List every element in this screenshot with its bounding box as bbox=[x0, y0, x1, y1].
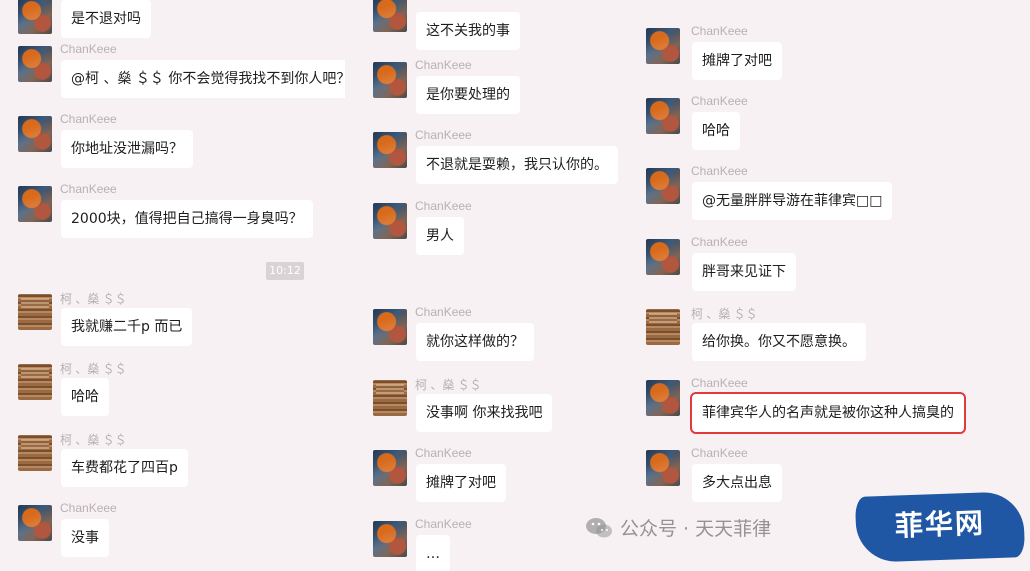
sender-name: ChanKeee bbox=[415, 305, 472, 319]
avatar[interactable] bbox=[373, 203, 407, 239]
message-item: 柯 、燊 ＄＄ 我就赚二千p 而已 bbox=[0, 290, 345, 350]
chat-column-1: 是不退对吗 ChanKeee @柯 、燊 ＄＄ 你不会觉得我找不到你人吧？ Ch… bbox=[0, 0, 345, 571]
message-item: ChanKeee 哈哈 bbox=[628, 94, 1030, 154]
message-bubble[interactable]: 胖哥来见证下 bbox=[692, 253, 796, 291]
avatar[interactable] bbox=[646, 98, 680, 134]
sender-name: 柯 、燊 ＄＄ bbox=[60, 433, 127, 447]
avatar[interactable] bbox=[18, 435, 52, 471]
message-bubble[interactable]: 车费都花了四百p bbox=[61, 449, 188, 487]
message-bubble[interactable]: 是你要处理的 bbox=[416, 76, 520, 114]
message-item: ChanKeee 胖哥来见证下 bbox=[628, 235, 1030, 295]
avatar[interactable] bbox=[646, 168, 680, 204]
message-item: 这不关我的事 bbox=[355, 0, 635, 60]
message-bubble[interactable]: 多大点出息 bbox=[692, 464, 782, 502]
avatar[interactable] bbox=[646, 309, 680, 345]
message-bubble[interactable]: 哈哈 bbox=[61, 378, 109, 416]
site-logo: 菲华网 bbox=[854, 491, 1026, 563]
message-item: ChanKeee 男人 bbox=[355, 199, 635, 259]
message-bubble[interactable]: 2000块，值得把自己搞得一身臭吗？ bbox=[61, 200, 313, 238]
avatar[interactable] bbox=[18, 294, 52, 330]
message-item: ChanKeee 你地址没泄漏吗？ bbox=[0, 112, 345, 172]
message-bubble[interactable]: 没事 bbox=[61, 519, 109, 557]
message-bubble[interactable]: … bbox=[416, 535, 450, 571]
sender-name: ChanKeee bbox=[415, 517, 472, 531]
message-item: ChanKeee 2000块，值得把自己搞得一身臭吗？ bbox=[0, 182, 345, 242]
message-item: ChanKeee 没事 bbox=[0, 501, 345, 561]
message-bubble[interactable]: 是不退对吗 bbox=[61, 0, 151, 38]
message-bubble[interactable]: 这不关我的事 bbox=[416, 12, 520, 50]
avatar[interactable] bbox=[373, 450, 407, 486]
message-item: ChanKeee 就你这样做的？ bbox=[355, 305, 635, 365]
message-item: ChanKeee 摊牌了对吧 bbox=[628, 24, 1030, 84]
message-bubble[interactable]: 不退就是耍赖，我只认你的。 bbox=[416, 146, 618, 184]
avatar[interactable] bbox=[646, 28, 680, 64]
sender-name: 柯 、燊 ＄＄ bbox=[691, 307, 758, 321]
sender-name: ChanKeee bbox=[691, 235, 748, 249]
sender-name: ChanKeee bbox=[415, 128, 472, 142]
avatar[interactable] bbox=[646, 239, 680, 275]
message-bubble[interactable]: 摊牌了对吧 bbox=[692, 42, 782, 80]
avatar[interactable] bbox=[18, 186, 52, 222]
avatar[interactable] bbox=[18, 116, 52, 152]
avatar[interactable] bbox=[18, 0, 52, 34]
sender-name: ChanKeee bbox=[60, 112, 117, 126]
chat-column-3: ChanKeee 摊牌了对吧 ChanKeee 哈哈 ChanKeee @无量胖… bbox=[628, 0, 1030, 571]
sender-name: 柯 、燊 ＄＄ bbox=[60, 362, 127, 376]
message-bubble[interactable]: 给你换。你又不愿意换。 bbox=[692, 323, 866, 361]
sender-name: ChanKeee bbox=[60, 182, 117, 196]
message-item: ChanKeee 摊牌了对吧 bbox=[355, 446, 635, 506]
sender-name: ChanKeee bbox=[415, 58, 472, 72]
message-item: ChanKeee 是你要处理的 bbox=[355, 58, 635, 118]
message-bubble[interactable]: 我就赚二千p 而已 bbox=[61, 308, 193, 346]
sender-name: ChanKeee bbox=[60, 42, 117, 56]
avatar[interactable] bbox=[373, 132, 407, 168]
avatar[interactable] bbox=[18, 505, 52, 541]
sender-name: ChanKeee bbox=[691, 94, 748, 108]
sender-name: ChanKeee bbox=[415, 199, 472, 213]
message-bubble[interactable]: @无量胖胖导游在菲律宾□□ bbox=[692, 182, 893, 220]
sender-name: 柯 、燊 ＄＄ bbox=[415, 378, 482, 392]
watermark-text: 公众号 · 天天菲律 bbox=[620, 518, 772, 540]
highlighted-message-bubble[interactable]: 菲律宾华人的名声就是被你这种人搞臭的 bbox=[690, 392, 966, 434]
timestamp: 10:12 bbox=[266, 262, 304, 280]
message-item: ChanKeee 菲律宾华人的名声就是被你这种人搞臭的 bbox=[628, 376, 1030, 436]
sender-name: ChanKeee bbox=[691, 164, 748, 178]
message-bubble[interactable]: 你地址没泄漏吗？ bbox=[61, 130, 193, 168]
avatar[interactable] bbox=[373, 380, 407, 416]
sender-name: ChanKeee bbox=[691, 376, 748, 390]
avatar[interactable] bbox=[373, 521, 407, 557]
message-item: ChanKeee 不退就是耍赖，我只认你的。 bbox=[355, 128, 635, 188]
avatar[interactable] bbox=[646, 380, 680, 416]
sender-name: ChanKeee bbox=[691, 446, 748, 460]
avatar[interactable] bbox=[373, 62, 407, 98]
avatar[interactable] bbox=[373, 309, 407, 345]
message-bubble[interactable]: 男人 bbox=[416, 217, 464, 255]
message-item: 柯 、燊 ＄＄ 哈哈 bbox=[0, 360, 345, 420]
sender-name: ChanKeee bbox=[691, 24, 748, 38]
message-bubble[interactable]: 没事啊 你来找我吧 bbox=[416, 394, 553, 432]
message-item: 是不退对吗 bbox=[0, 0, 345, 42]
message-bubble[interactable]: 就你这样做的？ bbox=[416, 323, 534, 361]
avatar[interactable] bbox=[373, 0, 407, 32]
sender-name: ChanKeee bbox=[415, 446, 472, 460]
sender-name: 柯 、燊 ＄＄ bbox=[60, 292, 127, 306]
message-item: 柯 、燊 ＄＄ 给你换。你又不愿意换。 bbox=[628, 305, 1030, 365]
message-bubble[interactable]: 摊牌了对吧 bbox=[416, 464, 506, 502]
message-bubble[interactable]: @柯 、燊 ＄＄ 你不会觉得我找不到你人吧？ bbox=[61, 60, 345, 98]
chat-column-2: 这不关我的事 ChanKeee 是你要处理的 ChanKeee 不退就是耍赖，我… bbox=[355, 0, 635, 571]
avatar[interactable] bbox=[646, 450, 680, 486]
message-bubble[interactable]: 哈哈 bbox=[692, 112, 740, 150]
message-item: ChanKeee @柯 、燊 ＄＄ 你不会觉得我找不到你人吧？ bbox=[0, 42, 345, 102]
message-item: ChanKeee @无量胖胖导游在菲律宾□□ bbox=[628, 164, 1030, 224]
sender-name: ChanKeee bbox=[60, 501, 117, 515]
wechat-icon bbox=[586, 518, 612, 538]
avatar[interactable] bbox=[18, 364, 52, 400]
message-item: 柯 、燊 ＄＄ 车费都花了四百p bbox=[0, 431, 345, 491]
avatar[interactable] bbox=[18, 46, 52, 82]
message-item: 柯 、燊 ＄＄ 没事啊 你来找我吧 bbox=[355, 376, 635, 436]
